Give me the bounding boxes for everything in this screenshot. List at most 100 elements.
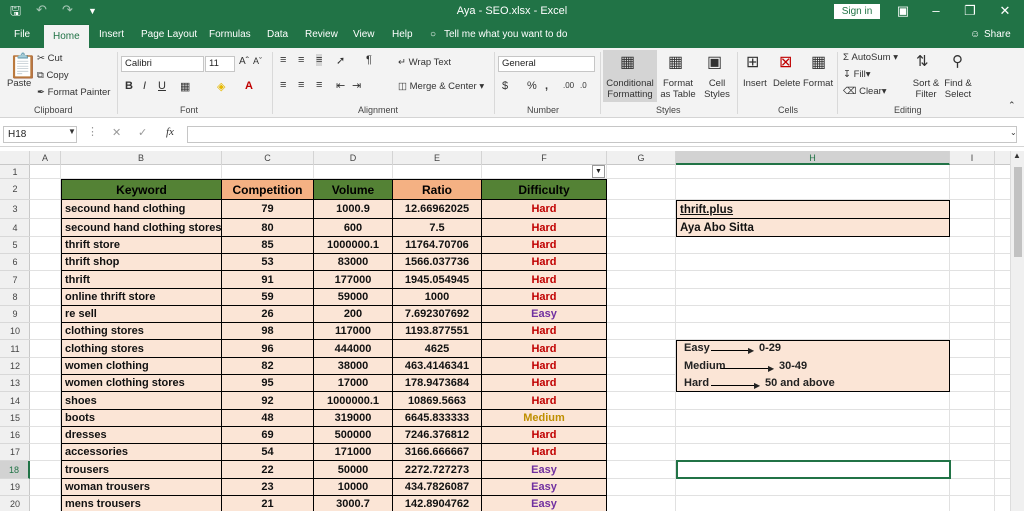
column-header-a[interactable]: A — [30, 151, 61, 165]
align-left-icon[interactable]: ≡ — [280, 79, 286, 91]
table-cell[interactable]: Hard — [482, 375, 607, 392]
collapse-ribbon-icon[interactable]: ⌃ — [1008, 100, 1016, 111]
side-author[interactable]: Aya Abo Sitta — [676, 219, 950, 237]
table-cell[interactable]: 1000000.1 — [314, 392, 393, 410]
table-cell[interactable]: 21 — [222, 496, 314, 511]
sort-filter-icon[interactable]: ⇅ — [916, 52, 929, 70]
table-cell[interactable]: 53 — [222, 254, 314, 271]
table-cell[interactable]: 23 — [222, 479, 314, 496]
side-site[interactable]: thrift.plus — [676, 200, 950, 219]
row-header-1[interactable]: 1 — [0, 165, 30, 179]
align-bottom-icon[interactable]: ≡ — [316, 54, 323, 66]
row-header-15[interactable]: 15 — [0, 410, 30, 427]
format-cells-icon[interactable]: ▦ — [811, 52, 826, 72]
fill-button[interactable]: ↧ Fill▾ — [843, 69, 871, 80]
enter-formula-icon[interactable]: ✓ — [138, 126, 147, 139]
sign-in-button[interactable]: Sign in — [834, 4, 880, 19]
table-cell[interactable]: Easy — [482, 306, 607, 323]
select-all-corner[interactable] — [0, 151, 30, 165]
table-cell[interactable]: 4625 — [393, 340, 482, 358]
table-cell[interactable]: Easy — [482, 461, 607, 479]
table-cell[interactable]: 12.66962025 — [393, 200, 482, 219]
table-cell[interactable]: 91 — [222, 271, 314, 289]
table-cell[interactable]: 17000 — [314, 375, 393, 392]
column-header-b[interactable]: B — [61, 151, 222, 165]
table-cell[interactable]: 69 — [222, 427, 314, 444]
row-header-9[interactable]: 9 — [0, 306, 30, 323]
table-cell[interactable]: Hard — [482, 254, 607, 271]
tab-file[interactable]: File — [14, 29, 30, 40]
font-size-select[interactable]: 11 — [205, 56, 235, 72]
table-cell[interactable]: woman trousers — [61, 479, 222, 496]
table-cell[interactable]: 1000 — [393, 289, 482, 306]
format-painter-button[interactable]: ✒ Format Painter — [37, 87, 110, 98]
bold-icon[interactable]: B — [125, 80, 133, 92]
clear-button[interactable]: ⌫ Clear▾ — [843, 86, 887, 97]
tab-formulas[interactable]: Formulas — [209, 29, 251, 40]
row-header-8[interactable]: 8 — [0, 289, 30, 306]
table-cell[interactable]: 6645.833333 — [393, 410, 482, 427]
table-cell[interactable]: clothing stores — [61, 323, 222, 340]
scrollbar-thumb[interactable] — [1014, 167, 1022, 257]
worksheet-grid[interactable]: Keyword Competition Volume Ratio Difficulty ▼… — [30, 165, 1010, 511]
row-header-5[interactable]: 5 — [0, 237, 30, 254]
table-cell[interactable]: Easy — [482, 496, 607, 511]
italic-icon[interactable]: I — [143, 80, 146, 92]
table-cell[interactable]: 79 — [222, 200, 314, 219]
table-cell[interactable]: Hard — [482, 219, 607, 237]
row-header-17[interactable]: 17 — [0, 444, 30, 461]
table-cell[interactable]: 96 — [222, 340, 314, 358]
share-button[interactable]: Share — [984, 29, 1011, 40]
table-cell[interactable]: 85 — [222, 237, 314, 254]
expand-formula-bar-icon[interactable]: ⌄ — [1010, 128, 1017, 137]
borders-icon[interactable]: ▦ — [180, 80, 190, 93]
tab-review[interactable]: Review — [305, 29, 338, 40]
scroll-up-icon[interactable]: ▲ — [1013, 151, 1021, 160]
table-cell[interactable]: 26 — [222, 306, 314, 323]
tab-data[interactable]: Data — [267, 29, 288, 40]
ribbon-display-icon[interactable]: ▣ — [893, 3, 913, 19]
table-cell[interactable]: Hard — [482, 427, 607, 444]
table-cell[interactable]: 177000 — [314, 271, 393, 289]
table-cell[interactable]: 200 — [314, 306, 393, 323]
row-header-14[interactable]: 14 — [0, 392, 30, 410]
table-cell[interactable]: Hard — [482, 340, 607, 358]
selected-cell[interactable] — [676, 460, 951, 479]
row-header-4[interactable]: 4 — [0, 219, 30, 237]
table-cell[interactable]: 500000 — [314, 427, 393, 444]
table-cell[interactable]: 178.9473684 — [393, 375, 482, 392]
font-name-select[interactable]: Calibri — [121, 56, 204, 72]
row-header-6[interactable]: 6 — [0, 254, 30, 271]
number-format-select[interactable]: General — [498, 56, 595, 72]
table-cell[interactable]: 1000.9 — [314, 200, 393, 219]
table-cell[interactable]: Medium — [482, 410, 607, 427]
insert-cells-button[interactable]: Insert — [743, 78, 767, 89]
align-center-icon[interactable]: ≡ — [298, 79, 304, 91]
format-as-table-icon[interactable]: ▦ — [668, 52, 683, 72]
table-cell[interactable]: 444000 — [314, 340, 393, 358]
row-header-13[interactable]: 13 — [0, 375, 30, 392]
wrap-text-button[interactable]: ↵ Wrap Text — [398, 57, 451, 68]
row-header-2[interactable]: 2 — [0, 179, 30, 200]
table-cell[interactable]: thrift store — [61, 237, 222, 254]
increase-decimal-icon[interactable]: .00 — [563, 81, 574, 90]
align-top-icon[interactable]: ≡ — [280, 54, 286, 66]
column-header-e[interactable]: E — [393, 151, 482, 165]
table-cell[interactable]: 54 — [222, 444, 314, 461]
row-header-3[interactable]: 3 — [0, 200, 30, 219]
table-cell[interactable]: Hard — [482, 358, 607, 375]
row-header-20[interactable]: 20 — [0, 496, 30, 511]
table-cell[interactable]: clothing stores — [61, 340, 222, 358]
table-cell[interactable]: 3000.7 — [314, 496, 393, 511]
table-cell[interactable]: re sell — [61, 306, 222, 323]
table-cell[interactable]: 600 — [314, 219, 393, 237]
table-cell[interactable]: 98 — [222, 323, 314, 340]
column-header-f[interactable]: F — [482, 151, 607, 165]
table-cell[interactable]: 95 — [222, 375, 314, 392]
insert-cells-icon[interactable]: ⊞ — [746, 52, 759, 72]
row-header-11[interactable]: 11 — [0, 340, 30, 358]
sort-filter-button[interactable]: Sort & Filter — [910, 78, 942, 100]
table-cell[interactable]: 10869.5663 — [393, 392, 482, 410]
format-as-table-button[interactable]: Format as Table — [659, 78, 697, 100]
table-cell[interactable]: 319000 — [314, 410, 393, 427]
